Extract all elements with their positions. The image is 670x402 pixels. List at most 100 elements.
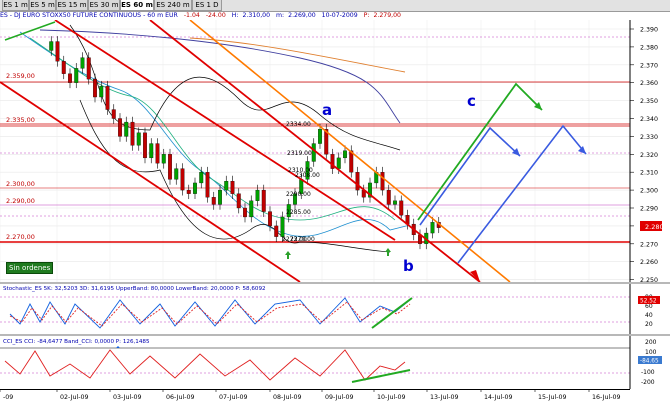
price-tick-label: 2.300 (640, 188, 658, 195)
tab-es-5m[interactable]: ES 5 m (29, 0, 56, 11)
cci-trendline (351, 369, 411, 383)
price-tick-label: 2.380 (640, 44, 658, 51)
tab-label: ES 1 D (195, 1, 219, 9)
horizontal-levels (0, 36, 630, 243)
annotation-c: c (467, 92, 476, 110)
candle-body (193, 182, 197, 194)
price-label-2334: 2334.00 (286, 121, 311, 128)
tab-label: ES 60 m (121, 1, 153, 9)
level-label-2359: 2.359,00 (6, 72, 35, 80)
candle-body (105, 86, 110, 110)
channel-lower-line (0, 81, 301, 282)
annotation-b: b (403, 257, 414, 275)
date-tick-label: 08-Jul-09 (273, 394, 302, 401)
tab-label: ES 1 m (3, 1, 28, 9)
price-tick-label: 2.350 (640, 98, 658, 105)
date-axis[interactable]: -09 02-Jul-09 03-Jul-09 06-Jul-09 07-Jul-09 0… (0, 389, 670, 402)
tab-es-1m[interactable]: ES 1 m (2, 0, 29, 11)
candle-body (211, 197, 216, 205)
stochastic-pane[interactable]: Stochastic_ES 5K: 32,5203 3D: 31,6195 Up… (0, 284, 670, 334)
price-tick-label: 2.260 (640, 259, 658, 266)
price-tick-label: 2.390 (640, 27, 658, 34)
candle-body (186, 189, 191, 194)
candle-body (249, 200, 254, 218)
cci-tick-200: 200 (645, 339, 657, 346)
annotation-a: a (322, 101, 332, 119)
bar-date: 10-07-2009 (321, 12, 358, 19)
candle-body (61, 61, 66, 74)
stochastic-label: Stochastic_ES 5K: 32,5203 3D: 31,6195 Up… (3, 286, 266, 292)
price-label-2308: 2308.00 (295, 172, 320, 179)
candle-body (111, 109, 116, 119)
cci-lines (4, 346, 406, 381)
date-tick-label: 02-Jul-09 (60, 394, 89, 401)
moving-average-orange (189, 37, 406, 73)
candle-body (99, 86, 104, 98)
candle-body (380, 172, 385, 191)
up-arrow-icon (385, 248, 391, 256)
candle-body (68, 73, 72, 83)
price-chart-pane[interactable]: 2.359,00 2.335,00 2.300,00 2.290,00 2.27… (0, 20, 670, 282)
candle-body (393, 200, 397, 205)
candle-body (161, 154, 166, 164)
candle-body (399, 200, 404, 216)
date-tick-label: 09-Jul-09 (325, 394, 354, 401)
change-value: -1.04 (183, 12, 200, 19)
stoch-value-text: 52.52 (640, 299, 657, 305)
candle-body (130, 121, 135, 146)
candle-body (124, 121, 129, 137)
tab-es-60m[interactable]: ES 60 m (120, 0, 154, 11)
cci-pane[interactable]: CCI_ES CCI: -84,6477 Band_CCI: 0,0000 P:… (0, 336, 670, 389)
candle-body (199, 172, 204, 184)
candle-body (311, 143, 316, 162)
orders-status-label: Sin ordenes (9, 264, 51, 272)
low-value: 2.269,00 (288, 12, 316, 19)
green-projection-arrow (417, 82, 543, 221)
orders-status-button[interactable]: Sin ordenes (6, 262, 54, 274)
price-label-2285: 2285.00 (286, 209, 311, 216)
date-axis-ticks: -09 02-Jul-09 03-Jul-09 06-Jul-09 07-Jul-09 0… (0, 389, 621, 401)
candle-body (386, 189, 391, 205)
candle-body (274, 225, 279, 237)
channel-upper-line (54, 20, 396, 241)
price-label-2270: 2270.00 (290, 236, 315, 243)
candle-body (55, 41, 60, 62)
tab-es-1d[interactable]: ES 1 D (192, 0, 222, 11)
tab-es-30m[interactable]: ES 30 m (88, 0, 120, 11)
candle-body (86, 57, 91, 80)
level-label-2335: 2.335,00 (6, 116, 35, 124)
low-label: m: (276, 12, 285, 19)
level-label-2300: 2.300,00 (6, 180, 35, 188)
candle-body (318, 129, 322, 144)
change-points: -24.00 (205, 12, 226, 19)
candle-body (355, 172, 360, 191)
candle-body (343, 150, 347, 159)
price-tick-label: 2.310 (640, 170, 658, 177)
projection-arrows (417, 82, 587, 264)
candle-body (180, 168, 185, 191)
price-label-2290: 2290.00 (286, 191, 311, 198)
candle-body (168, 154, 172, 180)
buy-markers (285, 248, 391, 259)
cci-tick-minus-200: -200 (641, 379, 655, 386)
cci-value-text: -84.65 (640, 359, 659, 365)
symbol-name: ES - DJ EURO STOXX50 FUTURE CONTINUOUS -… (0, 12, 178, 19)
candle-body (280, 216, 285, 237)
tab-label: ES 5 m (30, 1, 55, 9)
candle-body (255, 189, 260, 201)
candle-body (430, 222, 435, 234)
date-tick-label: 15-Jul-09 (538, 394, 567, 401)
stoch-tick-40: 40 (645, 312, 653, 319)
price-label-2319: 2319.00 (287, 150, 312, 157)
date-tick-label: 10-Jul-09 (377, 394, 406, 401)
tab-es-240m[interactable]: ES 240 m (154, 0, 192, 11)
high-label: H: (231, 12, 239, 19)
tab-es-15m[interactable]: ES 15 m (56, 0, 88, 11)
candle-body (49, 41, 54, 51)
candle-body (243, 207, 247, 218)
stochastic-trendline (371, 297, 413, 329)
blue-projection-arrow (419, 126, 521, 226)
price-tick-label: 2.290 (640, 206, 658, 213)
level-label-2290: 2.290,00 (6, 197, 35, 205)
price-value: 2.279,00 (373, 12, 401, 19)
